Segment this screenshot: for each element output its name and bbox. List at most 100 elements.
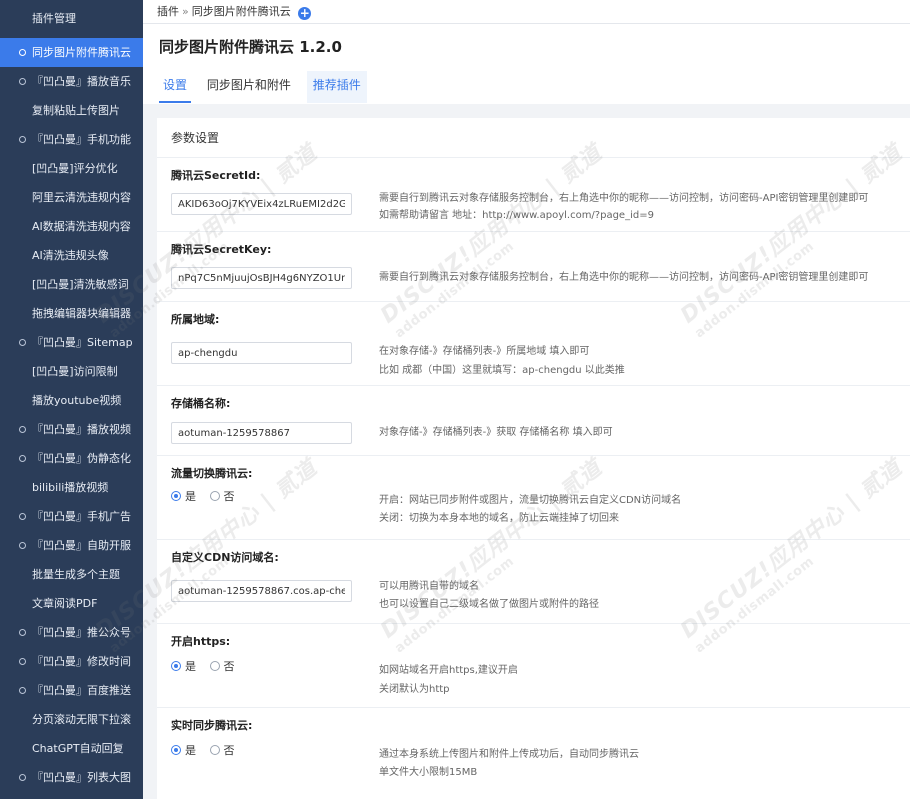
help-text: 比如 成都（中国）这里就填写：ap-chengdu 以此类推 <box>379 365 625 376</box>
breadcrumb-current: 同步图片附件腾讯云 <box>191 5 291 18</box>
sidebar-item[interactable]: 『凹凸曼』自助开服 <box>0 531 143 560</box>
radio-label: 否 <box>223 744 235 757</box>
radio-group: 是 否 <box>171 488 245 504</box>
help-text: 通过本身系统上传图片和附件上传成功后，自动同步腾讯云 <box>379 749 639 760</box>
radio-no[interactable]: 否 <box>209 742 235 758</box>
setting-secret-key: 腾讯云SecretKey: 需要自行到腾讯云对象存储服务控制台，右上角选中你的昵… <box>157 232 910 302</box>
bucket-input[interactable] <box>171 422 352 444</box>
setting-realtime: 实时同步腾讯云: 是 否 通过本身系统上传图片和附件上传成功后，自动同步腾讯云 … <box>157 708 910 792</box>
page-header: 同步图片附件腾讯云 1.2.0 设置 同步图片和附件 推荐插件 <box>143 24 910 104</box>
sidebar-item[interactable]: 阿里云清洗违规内容 <box>0 183 143 212</box>
circle-icon <box>19 513 26 520</box>
help-text: 需要自行到腾讯云对象存储服务控制台，右上角选中你的昵称——访问控制，访问密码-A… <box>379 272 869 283</box>
sidebar-item[interactable]: 插件管理 <box>0 0 143 38</box>
sidebar-item[interactable]: 『凹凸曼』Sitemap <box>0 328 143 357</box>
help-text: 关闭默认为http <box>379 684 450 695</box>
page-title: 同步图片附件腾讯云 1.2.0 <box>159 38 342 56</box>
sidebar-item-label: 『凹凸曼』列表大图 <box>32 771 131 784</box>
sidebar-item[interactable]: 『凹凸曼』伪静态化 <box>0 444 143 473</box>
sidebar-item[interactable]: 同步图片附件腾讯云 <box>0 38 143 67</box>
field-label: 所属地域: <box>171 313 220 326</box>
radio-dot[interactable] <box>171 745 181 755</box>
sidebar-item-label: 拖拽编辑器块编辑器 <box>32 307 131 320</box>
radio-yes[interactable]: 是 <box>171 742 196 758</box>
circle-icon <box>19 687 26 694</box>
radio-dot[interactable] <box>171 491 181 501</box>
field-label: 存储桶名称: <box>171 397 231 410</box>
sidebar-item[interactable]: 『凹凸曼』播放音乐 <box>0 67 143 96</box>
sidebar-item-label: 『凹凸曼』推公众号 <box>32 626 131 639</box>
circle-icon <box>19 49 26 56</box>
setting-bucket: 存储桶名称: 对象存储-》存储桶列表-》获取 存储桶名称 填入即可 <box>157 386 910 456</box>
sidebar-item[interactable]: bilibili播放视频 <box>0 473 143 502</box>
help-text: 对象存储-》存储桶列表-》获取 存储桶名称 填入即可 <box>379 427 613 438</box>
sidebar-item[interactable]: 复制粘贴上传图片 <box>0 96 143 125</box>
field-label: 实时同步腾讯云: <box>171 719 253 732</box>
sidebar-item[interactable]: 『凹凸曼』推公众号 <box>0 618 143 647</box>
radio-group: 是 否 <box>171 742 245 758</box>
sidebar-item-label: 文章阅读PDF <box>32 597 98 610</box>
radio-no[interactable]: 否 <box>209 488 235 504</box>
sidebar-item[interactable]: 文章阅读PDF <box>0 589 143 618</box>
sidebar-item[interactable]: 『凹凸曼』播放视频 <box>0 415 143 444</box>
circle-icon <box>19 629 26 636</box>
help-text: 如网站域名开启https,建议开启 <box>379 665 518 676</box>
help-text: 在对象存储-》存储桶列表-》所属地域 填入即可 <box>379 346 590 357</box>
sidebar-item[interactable]: 播放youtube视频 <box>0 386 143 415</box>
circle-icon <box>19 78 26 85</box>
radio-dot[interactable] <box>209 745 220 755</box>
sidebar-item-label: bilibili播放视频 <box>32 481 109 494</box>
main-area: 插件» 同步图片附件腾讯云 + 同步图片附件腾讯云 1.2.0 设置 同步图片和附… <box>91 0 910 799</box>
circle-icon <box>19 136 26 143</box>
sidebar-item[interactable]: 『凹凸曼』手机广告 <box>0 502 143 531</box>
sidebar-item-label: 『凹凸曼』手机功能 <box>32 133 131 146</box>
sidebar-item[interactable]: [凹凸曼]清洗敏感词 <box>0 270 143 299</box>
tab-settings[interactable]: 设置 <box>159 71 192 103</box>
sidebar-item[interactable]: 『凹凸曼』修改时间 <box>0 647 143 676</box>
plus-circle-icon[interactable]: + <box>298 7 312 20</box>
radio-dot[interactable] <box>209 491 220 501</box>
circle-icon <box>19 455 26 462</box>
sidebar-item-label: AI数据清洗违规内容 <box>32 220 131 233</box>
radio-dot[interactable] <box>171 661 181 671</box>
sidebar-item-label: 同步图片附件腾讯云 <box>32 46 131 59</box>
sidebar-item[interactable]: 『凹凸曼』手机功能 <box>0 125 143 154</box>
tab-bar: 设置 同步图片和附件 推荐插件 <box>159 71 894 103</box>
tab-sync[interactable]: 同步图片和附件 <box>203 71 295 103</box>
sidebar-item[interactable]: ChatGPT自动回复 <box>0 734 143 763</box>
sidebar-item-label: 『凹凸曼』百度推送 <box>32 684 131 697</box>
sidebar-item[interactable]: [凹凸曼]评分优化 <box>0 154 143 183</box>
radio-dot[interactable] <box>209 661 220 671</box>
help-text: 如需帮助请留言 地址：http://www.apoyl.com/?page_id… <box>379 210 654 221</box>
sidebar-item-label: AI清洗违规头像 <box>32 249 109 262</box>
sidebar-item[interactable]: 拖拽编辑器块编辑器 <box>0 299 143 328</box>
cdn-domain-input[interactable] <box>171 580 352 602</box>
sidebar-item-label: 播放youtube视频 <box>32 394 122 407</box>
help-text: 也可以设置自己二级域名做了做图片或附件的路径 <box>379 599 599 610</box>
sidebar-item[interactable]: [凹凸曼]访问限制 <box>0 357 143 386</box>
help-text: 单文件大小限制15MB <box>379 767 478 778</box>
sidebar-item[interactable]: 『凹凸曼』列表大图 <box>0 763 143 792</box>
radio-group: 是 否 <box>171 658 245 674</box>
sidebar-item[interactable]: AI数据清洗违规内容 <box>0 212 143 241</box>
region-input[interactable] <box>171 342 352 364</box>
radio-no[interactable]: 否 <box>209 658 235 674</box>
breadcrumb-root[interactable]: 插件 <box>157 5 179 18</box>
help-text: 需要自行到腾讯云对象存储服务控制台，右上角选中你的昵称——访问控制，访问密码-A… <box>379 193 869 204</box>
sidebar-item-label: 批量生成多个主题 <box>32 568 120 581</box>
secret-key-input[interactable] <box>171 267 352 289</box>
sidebar-item-label: ChatGPT自动回复 <box>32 742 124 755</box>
sidebar-item[interactable]: 『凹凸曼』百度推送 <box>0 676 143 705</box>
secret-id-input[interactable] <box>171 193 352 215</box>
circle-icon <box>19 774 26 781</box>
sidebar-item[interactable]: 批量生成多个主题 <box>0 560 143 589</box>
radio-yes[interactable]: 是 <box>171 488 196 504</box>
setting-cdn-domain: 自定义CDN访问域名: 可以用腾讯自带的域名 也可以设置自己二级域名做了做图片或… <box>157 540 910 624</box>
radio-label: 是 <box>185 490 196 503</box>
field-label: 自定义CDN访问域名: <box>171 551 279 564</box>
tab-recommend[interactable]: 推荐插件 <box>306 71 367 103</box>
setting-region: 所属地域: 在对象存储-》存储桶列表-》所属地域 填入即可 比如 成都（中国）这… <box>157 302 910 386</box>
sidebar-item[interactable]: 分页滚动无限下拉滚 <box>0 705 143 734</box>
sidebar-item[interactable]: AI清洗违规头像 <box>0 241 143 270</box>
radio-yes[interactable]: 是 <box>171 658 196 674</box>
